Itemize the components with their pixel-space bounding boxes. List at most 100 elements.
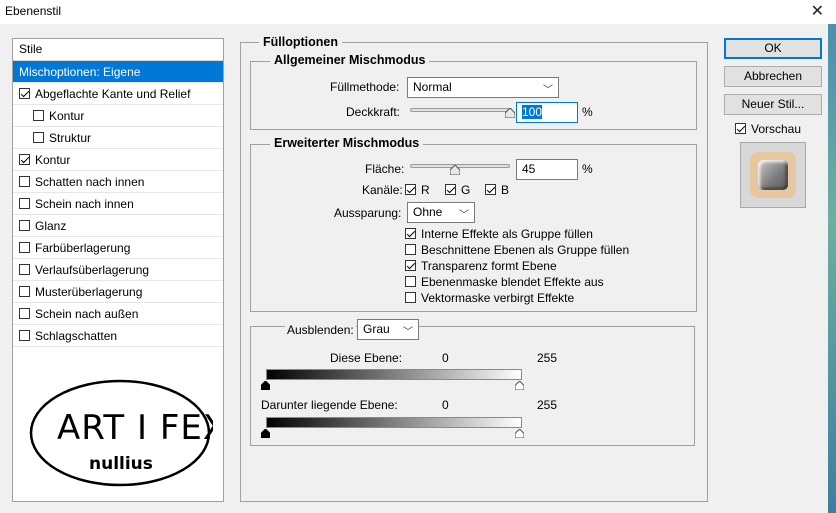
advanced-option[interactable]: Transparenz formt Ebene <box>405 259 557 273</box>
style-item-label: Verlaufsüberlagerung <box>35 263 150 277</box>
style-item-checkbox[interactable] <box>19 176 30 187</box>
advanced-option[interactable]: Interne Effekte als Gruppe füllen <box>405 227 593 241</box>
preview-bevel <box>758 160 788 190</box>
svg-text:nullius: nullius <box>89 454 153 474</box>
underlying-layer-min: 0 <box>442 398 449 412</box>
blend-if-label: Ausblenden: <box>285 323 356 337</box>
advanced-option[interactable]: Ebenenmaske blendet Effekte aus <box>405 275 604 289</box>
advanced-option-checkbox[interactable] <box>405 228 416 239</box>
style-item-checkbox[interactable] <box>19 220 30 231</box>
opacity-label: Deckkraft: <box>346 105 401 119</box>
preview-label: Vorschau <box>751 122 802 136</box>
general-blending-title: Allgemeiner Mischmodus <box>270 53 430 67</box>
opacity-unit: % <box>582 105 593 119</box>
channel-g[interactable]: G <box>445 183 470 197</box>
advanced-option-label: Interne Effekte als Gruppe füllen <box>421 227 593 241</box>
style-item-checkbox[interactable] <box>19 154 30 165</box>
style-item-label: Struktur <box>49 131 92 145</box>
opacity-value: 100 <box>522 105 543 119</box>
style-item[interactable]: Farbüberlagerung <box>13 237 223 259</box>
underlying-layer-max: 255 <box>537 398 558 412</box>
channel-b-checkbox[interactable] <box>485 184 496 195</box>
close-icon[interactable]: ✕ <box>811 1 824 21</box>
advanced-option-checkbox[interactable] <box>405 244 416 255</box>
style-item[interactable]: Mischoptionen: Eigene <box>13 61 223 83</box>
knockout-value: Ohne <box>413 205 443 219</box>
style-item-checkbox[interactable] <box>19 88 30 99</box>
style-item-checkbox[interactable] <box>19 264 30 275</box>
blend-if-panel <box>250 326 695 446</box>
underlying-black-slider[interactable] <box>261 429 270 438</box>
this-layer-black-slider[interactable] <box>261 381 270 390</box>
advanced-option[interactable]: Vektormaske verbirgt Effekte <box>405 291 574 305</box>
advanced-option-checkbox[interactable] <box>405 292 416 303</box>
window-title: Ebenenstil <box>5 4 62 18</box>
this-layer-white-slider[interactable] <box>515 381 524 390</box>
style-item[interactable]: Struktur <box>13 127 223 149</box>
advanced-option-checkbox[interactable] <box>405 276 416 287</box>
style-item-label: Musterüberlagerung <box>35 285 143 299</box>
underlying-layer-gradient <box>266 417 522 428</box>
knockout-select[interactable]: Ohne ﹀ <box>407 202 475 223</box>
opacity-input[interactable]: 100 <box>516 102 578 123</box>
style-item-label: Mischoptionen: Eigene <box>19 65 141 79</box>
style-item-checkbox[interactable] <box>33 132 44 143</box>
blend-mode-select[interactable]: Normal ﹀ <box>407 77 559 98</box>
fill-opacity-label: Fläche: <box>365 162 405 176</box>
style-item-checkbox[interactable] <box>19 308 30 319</box>
style-item[interactable]: Glanz <box>13 215 223 237</box>
channel-b-label: B <box>501 183 510 197</box>
style-item[interactable]: Schein nach innen <box>13 193 223 215</box>
style-item[interactable]: Kontur <box>13 105 223 127</box>
advanced-option[interactable]: Beschnittene Ebenen als Gruppe füllen <box>405 243 629 257</box>
blend-if-select[interactable]: Grau ﹀ <box>357 319 419 340</box>
style-item[interactable]: Schlagschatten <box>13 325 223 347</box>
opacity-slider-thumb[interactable] <box>505 108 515 118</box>
preview-toggle[interactable]: Vorschau <box>735 122 801 136</box>
style-item[interactable]: Schatten nach innen <box>13 171 223 193</box>
ok-button[interactable]: OK <box>724 38 822 59</box>
channel-r-checkbox[interactable] <box>405 184 416 195</box>
style-item-label: Abgeflachte Kante und Relief <box>35 87 191 101</box>
channels-label: Kanäle: <box>362 183 403 197</box>
cancel-button[interactable]: Abbrechen <box>724 66 822 87</box>
this-layer-min: 0 <box>442 351 449 365</box>
fill-opacity-unit: % <box>582 162 593 176</box>
style-item-label: Kontur <box>35 153 71 167</box>
channel-g-checkbox[interactable] <box>445 184 456 195</box>
style-item[interactable]: Kontur <box>13 149 223 171</box>
blend-mode-label: Füllmethode: <box>330 80 400 94</box>
style-item[interactable]: Verlaufsüberlagerung <box>13 259 223 281</box>
underlying-layer-label: Darunter liegende Ebene: <box>261 398 398 412</box>
opacity-slider[interactable] <box>410 108 512 112</box>
style-item-label: Schein nach innen <box>35 197 134 211</box>
channel-r[interactable]: R <box>405 183 430 197</box>
svg-text:ART I FEX: ART I FEX <box>57 408 213 448</box>
style-item-checkbox[interactable] <box>19 330 30 341</box>
blend-if-value: Grau <box>363 322 390 336</box>
fill-opacity-input[interactable]: 45 <box>516 159 578 180</box>
style-preview <box>740 142 806 208</box>
fill-opacity-value: 45 <box>522 162 536 176</box>
this-layer-max: 255 <box>537 351 558 365</box>
fill-opacity-slider[interactable] <box>410 164 510 168</box>
advanced-option-label: Ebenenmaske blendet Effekte aus <box>421 275 604 289</box>
style-item-checkbox[interactable] <box>19 286 30 297</box>
title-bar: Ebenenstil ✕ <box>0 0 836 24</box>
style-item[interactable]: Schein nach außen <box>13 303 223 325</box>
channel-b[interactable]: B <box>485 183 509 197</box>
style-item[interactable]: Musterüberlagerung <box>13 281 223 303</box>
style-item-checkbox[interactable] <box>19 198 30 209</box>
advanced-blending-title: Erweiterter Mischmodus <box>270 136 424 150</box>
advanced-option-checkbox[interactable] <box>405 260 416 271</box>
style-item-checkbox[interactable] <box>19 242 30 253</box>
styles-header[interactable]: Stile <box>13 39 223 61</box>
fill-opacity-slider-thumb[interactable] <box>450 165 460 175</box>
preview-checkbox[interactable] <box>735 123 746 134</box>
this-layer-gradient <box>266 369 522 380</box>
new-style-button[interactable]: Neuer Stil... <box>724 94 822 115</box>
style-item-label: Kontur <box>49 109 85 123</box>
style-item[interactable]: Abgeflachte Kante und Relief <box>13 83 223 105</box>
underlying-white-slider[interactable] <box>515 429 524 438</box>
style-item-checkbox[interactable] <box>33 110 44 121</box>
